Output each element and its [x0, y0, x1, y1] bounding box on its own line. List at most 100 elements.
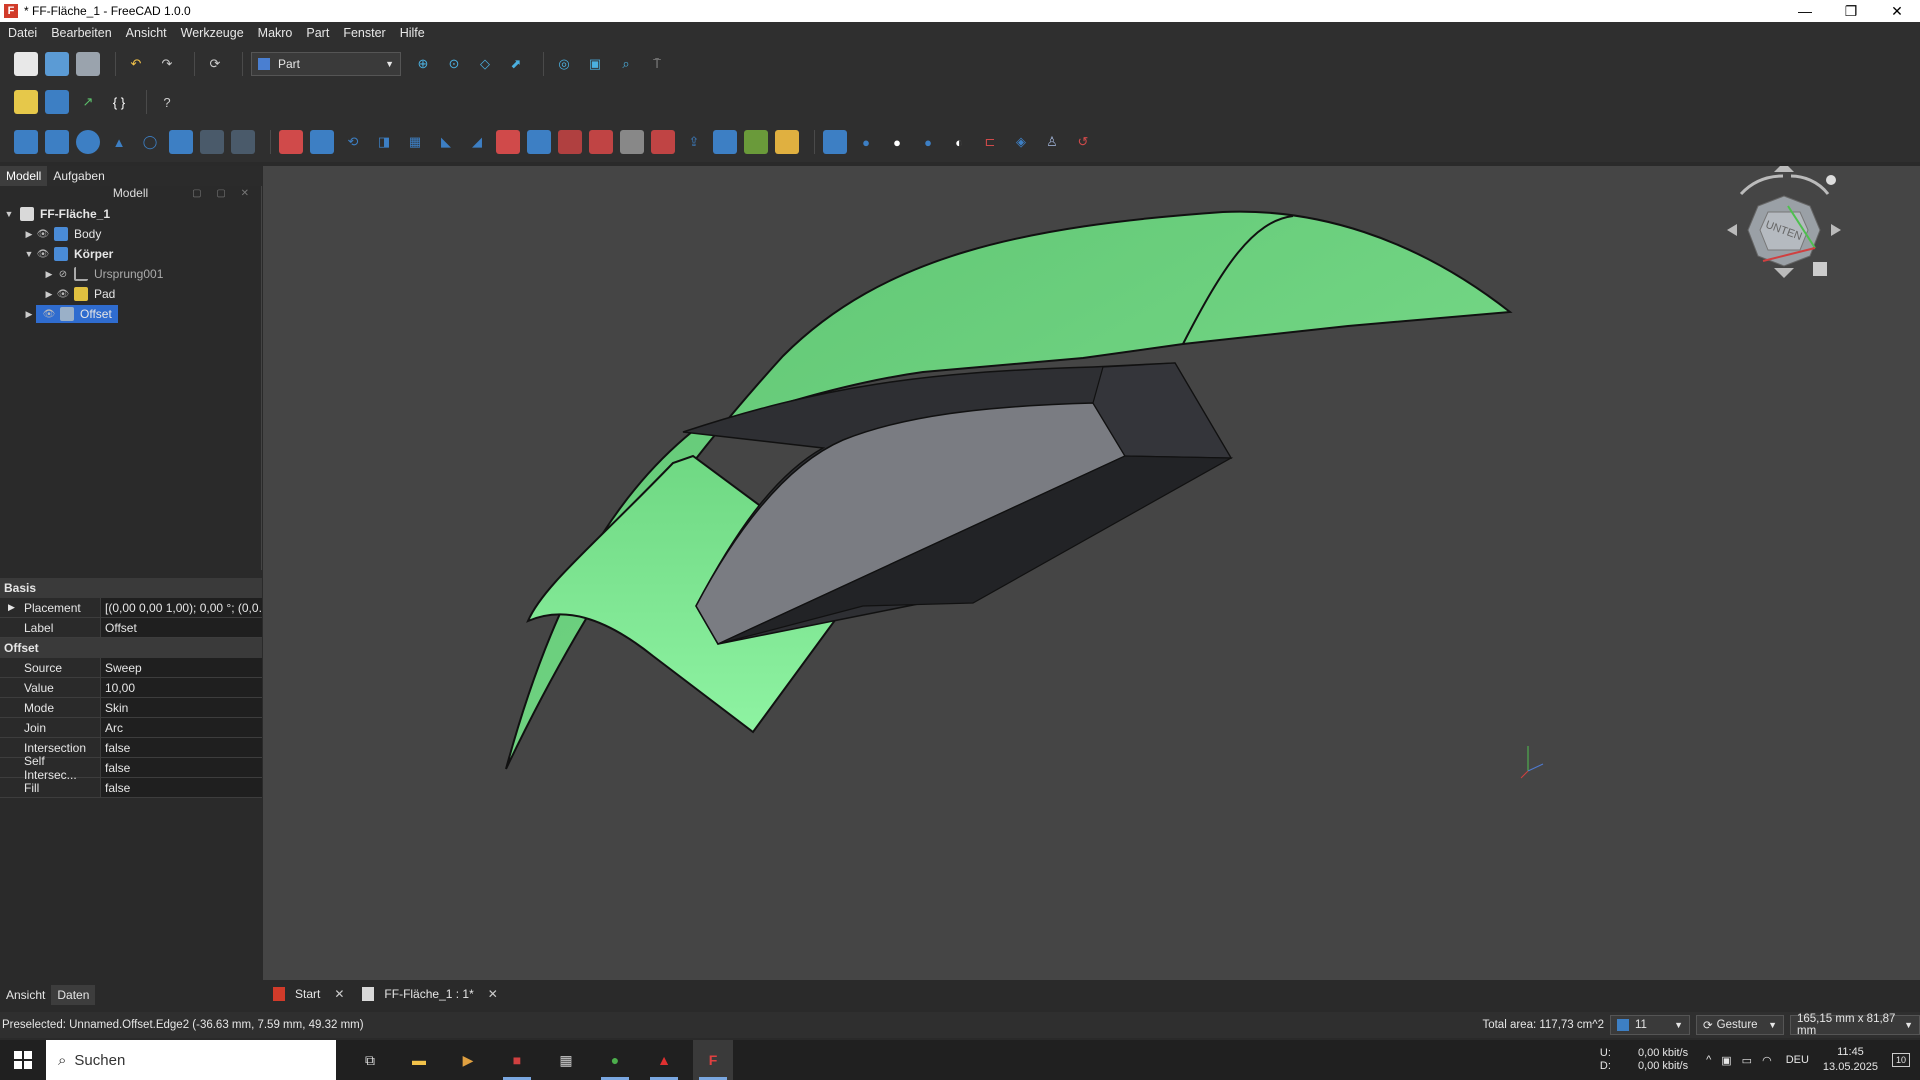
- navcube-arrow-down-icon[interactable]: [1774, 268, 1794, 278]
- dimension-readout[interactable]: 165,15 mm x 81,87 mm ▼: [1790, 1013, 1920, 1037]
- navcube-arrow-right-icon[interactable]: [1831, 224, 1841, 236]
- check-geometry-icon[interactable]: ◈: [1009, 130, 1033, 154]
- measure-icon[interactable]: ⌕: [614, 52, 638, 76]
- minimize-button[interactable]: —: [1782, 0, 1828, 22]
- close-button[interactable]: ✕: [1874, 0, 1920, 22]
- tree-item-document[interactable]: ▼ FF-Fläche_1: [0, 204, 261, 224]
- property-row-source[interactable]: Source Sweep: [0, 658, 262, 678]
- shape-builder-icon[interactable]: [231, 130, 255, 154]
- extrude-icon[interactable]: [279, 130, 303, 154]
- property-row-placement[interactable]: ▶ Placement [(0,00 0,00 1,00); 0,00 °; (0…: [0, 598, 262, 618]
- windows-start-button[interactable]: [0, 1040, 46, 1080]
- chevron-right-icon[interactable]: ▶: [22, 229, 36, 240]
- fuse-icon[interactable]: ●: [885, 130, 909, 154]
- property-row-label[interactable]: Label Offset: [0, 618, 262, 638]
- navcube-rotate-left-icon[interactable]: [1739, 174, 1784, 196]
- menu-hilfe[interactable]: Hilfe: [400, 26, 425, 40]
- selection-filter-icon[interactable]: ▣: [583, 52, 607, 76]
- menu-part[interactable]: Part: [306, 26, 329, 40]
- camera-icon[interactable]: ▣: [1721, 1054, 1731, 1067]
- sphere-icon[interactable]: [76, 130, 100, 154]
- common-icon[interactable]: ●: [916, 130, 940, 154]
- hidden-eye-icon[interactable]: ⊘: [56, 269, 70, 280]
- join-features-icon[interactable]: ◐: [947, 130, 971, 154]
- visibility-eye-icon[interactable]: 👁: [36, 229, 50, 240]
- solidworks-icon[interactable]: ▲: [644, 1040, 684, 1080]
- menu-werkzeuge[interactable]: Werkzeuge: [181, 26, 244, 40]
- navcube-menu-icon[interactable]: [1826, 175, 1836, 185]
- fit-all-icon[interactable]: ⊕: [411, 52, 435, 76]
- defeaturing-icon[interactable]: ↺: [1071, 130, 1095, 154]
- revolve-icon[interactable]: [310, 130, 334, 154]
- cylinder-icon[interactable]: [45, 130, 69, 154]
- projection-icon[interactable]: ⇪: [682, 130, 706, 154]
- navcube-rotate-right-icon[interactable]: [1790, 174, 1830, 195]
- menu-fenster[interactable]: Fenster: [343, 26, 385, 40]
- 3d-viewport[interactable]: UNTEN: [263, 162, 1920, 980]
- tab-aufgaben[interactable]: Aufgaben: [47, 166, 110, 186]
- fit-selection-icon[interactable]: ⊙: [442, 52, 466, 76]
- cross-sections-icon[interactable]: [589, 130, 613, 154]
- undo-icon[interactable]: ↶: [124, 52, 148, 76]
- attachment-icon[interactable]: [713, 130, 737, 154]
- open-icon[interactable]: [45, 52, 69, 76]
- chevron-right-icon[interactable]: ▶: [42, 269, 56, 280]
- property-row-join[interactable]: Join Arc: [0, 718, 262, 738]
- navcube-view-menu-icon[interactable]: [1813, 262, 1827, 276]
- freecad-taskbar-icon[interactable]: F: [693, 1040, 733, 1080]
- new-document-icon[interactable]: [14, 52, 38, 76]
- app-red-icon[interactable]: ■: [497, 1040, 537, 1080]
- cut-icon[interactable]: ●: [854, 130, 878, 154]
- compound-icon[interactable]: [775, 130, 799, 154]
- loft-icon[interactable]: [496, 130, 520, 154]
- cone-icon[interactable]: ▲: [107, 130, 131, 154]
- battery-icon[interactable]: ▭: [1742, 1054, 1752, 1067]
- chevron-right-icon[interactable]: ▶: [22, 309, 36, 320]
- property-row-self-intersection[interactable]: Self Intersec... false: [0, 754, 262, 782]
- workbench-selector[interactable]: Part ▼: [251, 52, 401, 76]
- menu-bearbeiten[interactable]: Bearbeiten: [51, 26, 111, 40]
- sweep-icon[interactable]: [527, 130, 551, 154]
- 3d-scene[interactable]: UNTEN: [263, 162, 1920, 980]
- macro-execute-icon[interactable]: ↗: [76, 90, 100, 114]
- navigation-cube[interactable]: UNTEN: [1747, 195, 1821, 267]
- panel-dock-icons[interactable]: ▢ ▢ ✕: [192, 188, 255, 199]
- menu-ansicht[interactable]: Ansicht: [126, 26, 167, 40]
- language-indicator[interactable]: DEU: [1786, 1054, 1809, 1066]
- tree-item-ursprung[interactable]: ▶ ⊘ Ursprung001: [0, 264, 261, 284]
- property-row-mode[interactable]: Mode Skin: [0, 698, 262, 718]
- redo-icon[interactable]: ↷: [155, 52, 179, 76]
- image-viewer-icon[interactable]: ▦: [546, 1040, 586, 1080]
- chevron-down-icon[interactable]: ▼: [2, 209, 16, 219]
- tree-item-koerper[interactable]: ▼ 👁 Körper: [0, 244, 261, 264]
- mirror-icon[interactable]: ⟲: [341, 130, 365, 154]
- wifi-icon[interactable]: ◠: [1762, 1054, 1772, 1067]
- menu-makro[interactable]: Makro: [258, 26, 293, 40]
- primitives-icon[interactable]: [200, 130, 224, 154]
- fillet-icon[interactable]: ◨: [372, 130, 396, 154]
- tab-daten[interactable]: Daten: [51, 985, 96, 1005]
- ruled-surface-icon[interactable]: ◢: [465, 130, 489, 154]
- close-icon[interactable]: ✕: [488, 987, 498, 1001]
- navcube-arrow-up-icon[interactable]: [1774, 162, 1794, 172]
- navcube-arrow-left-icon[interactable]: [1727, 224, 1737, 236]
- tube-icon[interactable]: [169, 130, 193, 154]
- property-row-value[interactable]: Value 10,00: [0, 678, 262, 698]
- tree-item-pad[interactable]: ▶ 👁 Pad: [0, 284, 261, 304]
- task-view-icon[interactable]: ⧉: [350, 1040, 390, 1080]
- cube-icon[interactable]: [14, 130, 38, 154]
- chevron-right-icon[interactable]: ▶: [8, 602, 15, 613]
- navigation-style-dropdown[interactable]: ⟳ Gesture ▼: [1696, 1015, 1784, 1035]
- chrome-icon[interactable]: ●: [595, 1040, 635, 1080]
- color-per-face-icon[interactable]: [744, 130, 768, 154]
- chevron-right-icon[interactable]: ▶: [42, 289, 56, 300]
- python-console-icon[interactable]: { }: [107, 90, 131, 114]
- property-row-fill[interactable]: Fill false: [0, 778, 262, 798]
- offset-icon[interactable]: [620, 130, 644, 154]
- whats-this-help-icon[interactable]: ?: [155, 90, 179, 114]
- tree-item-offset[interactable]: ▶ 👁 Offset: [0, 304, 261, 324]
- split-icon[interactable]: ⊏: [978, 130, 1002, 154]
- doc-tab-start[interactable]: Start ✕: [273, 987, 344, 1001]
- tab-ansicht[interactable]: Ansicht: [0, 985, 51, 1005]
- restore-button[interactable]: ❐: [1828, 0, 1874, 22]
